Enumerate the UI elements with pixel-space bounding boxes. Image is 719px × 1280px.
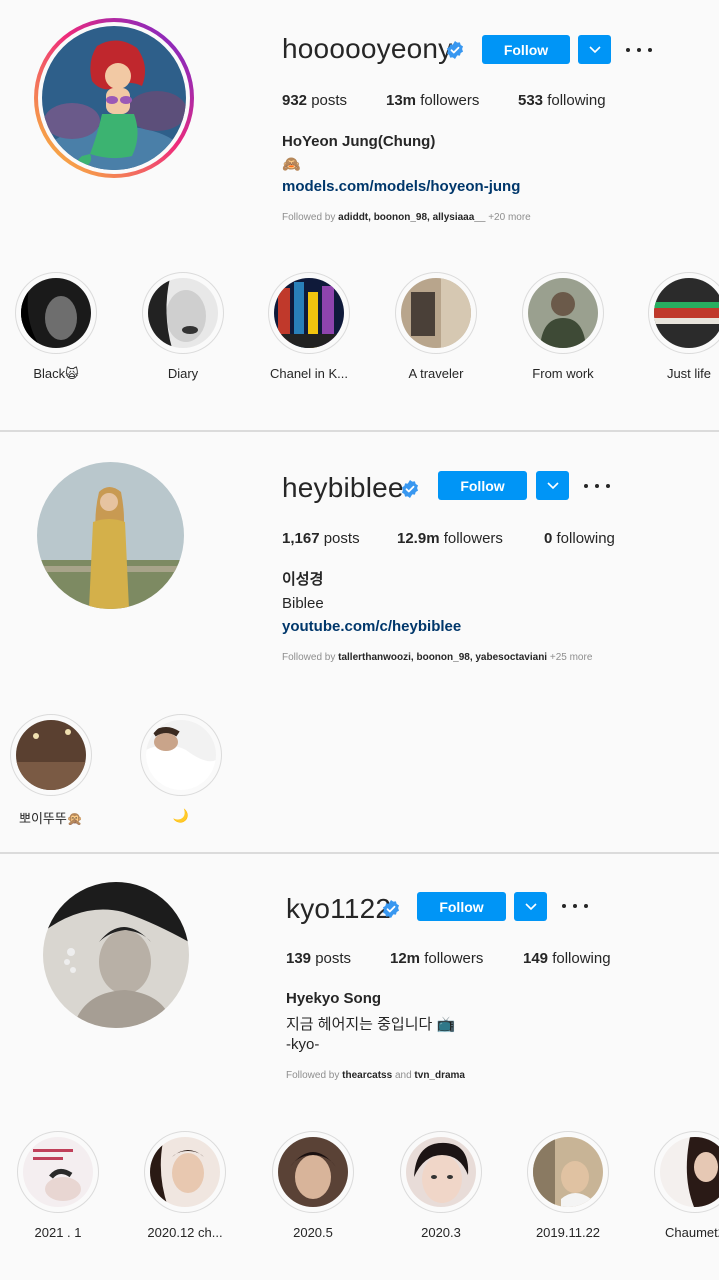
following-count[interactable]: 533 following xyxy=(518,92,606,109)
more-options-icon[interactable] xyxy=(562,896,588,916)
avatar[interactable] xyxy=(43,882,189,1028)
verified-badge-icon xyxy=(383,900,399,918)
highlight-label: 2020.12 ch... xyxy=(147,1225,223,1240)
follow-button[interactable]: Follow xyxy=(417,892,506,921)
highlight-label: Diary xyxy=(167,366,199,381)
followed-by[interactable]: Followed by adiddt, boonon_98, allysiaaa… xyxy=(282,212,531,223)
verified-badge-icon xyxy=(447,41,463,59)
chevron-down-icon xyxy=(588,45,601,53)
highlight-label: 2020.3 xyxy=(421,1225,461,1240)
website-link[interactable]: models.com/models/hoyeon-jung xyxy=(282,178,520,195)
avatar[interactable] xyxy=(42,26,186,170)
following-count[interactable]: 0 following xyxy=(544,530,615,547)
chevron-down-icon xyxy=(524,902,537,910)
highlight-item[interactable]: 2020.12 ch... xyxy=(144,1131,226,1240)
suggested-dropdown-button[interactable] xyxy=(578,35,611,64)
highlight-item[interactable]: 2021 . 1 xyxy=(17,1131,99,1240)
highlight-item[interactable]: Black🙀 xyxy=(15,272,97,382)
followed-by[interactable]: Followed by thearcatss and tvn_drama xyxy=(286,1070,465,1081)
highlight-item[interactable]: Just life xyxy=(648,272,719,381)
username: kyo1122 xyxy=(286,893,392,924)
bio-line: 🙈 xyxy=(282,156,301,173)
posts-count: 932 posts xyxy=(282,92,348,109)
highlight-label: Chanel in K... xyxy=(269,366,349,381)
follow-button[interactable]: Follow xyxy=(438,471,527,500)
website-link[interactable]: youtube.com/c/heybiblee xyxy=(282,618,461,635)
highlight-label: Just life xyxy=(666,366,712,381)
profile-section-2: heybiblee Follow 1,167 posts 12.9m follo… xyxy=(0,432,719,852)
highlight-item[interactable]: A traveler xyxy=(395,272,477,381)
highlight-item[interactable]: 2019.11.22 xyxy=(527,1131,609,1240)
highlight-item[interactable]: Diary xyxy=(142,272,224,381)
highlight-item[interactable]: Chanel in K... xyxy=(268,272,350,381)
highlight-item[interactable]: 뽀이뚜뚜🙊 xyxy=(10,714,92,827)
avatar[interactable] xyxy=(37,462,184,609)
followers-count[interactable]: 12.9m followers xyxy=(397,530,503,547)
highlight-item[interactable]: From work xyxy=(522,272,604,381)
highlight-item[interactable]: 2020.5 xyxy=(272,1131,354,1240)
highlight-label: 2021 . 1 xyxy=(34,1225,82,1240)
verified-badge-icon xyxy=(402,480,418,498)
posts-count: 139 posts xyxy=(286,950,352,967)
profile-section-3: kyo1122 Follow 139 posts 12m followers 1… xyxy=(0,854,719,1280)
suggested-dropdown-button[interactable] xyxy=(514,892,547,921)
username: hoooooyeony xyxy=(282,33,453,64)
bio-line: Biblee xyxy=(282,595,324,612)
more-options-icon[interactable] xyxy=(584,476,610,496)
highlight-item[interactable]: Chaumet2 xyxy=(654,1131,719,1240)
full-name: 이성경 xyxy=(282,571,324,588)
bio-line: 지금 헤어지는 중입니다 📺 xyxy=(286,1016,456,1033)
follow-button[interactable]: Follow xyxy=(482,35,570,64)
highlight-label: Chaumet2 xyxy=(665,1225,719,1240)
followers-count[interactable]: 13m followers xyxy=(386,92,479,109)
more-options-icon[interactable] xyxy=(626,40,652,60)
highlight-label: 🌙 xyxy=(172,808,190,823)
highlight-item[interactable]: 🌙 xyxy=(140,714,222,824)
posts-count: 1,167 posts xyxy=(282,530,360,547)
highlight-label: From work xyxy=(532,366,594,381)
following-count[interactable]: 149 following xyxy=(523,950,611,967)
highlight-label: A traveler xyxy=(408,366,464,381)
bio-line: -kyo- xyxy=(286,1036,320,1053)
highlight-label: Black🙀 xyxy=(33,366,79,381)
username: heybiblee xyxy=(282,472,404,503)
followers-count[interactable]: 12m followers xyxy=(390,950,483,967)
full-name: HoYeon Jung(Chung) xyxy=(282,133,436,150)
full-name: Hyekyo Song xyxy=(286,990,382,1007)
highlight-label: 뽀이뚜뚜🙊 xyxy=(18,811,84,826)
followed-by[interactable]: Followed by tallerthanwoozi, boonon_98, … xyxy=(282,652,592,663)
profile-section-1: hoooooyeony Follow 932 posts 13m followe… xyxy=(0,0,719,430)
highlight-label: 2019.11.22 xyxy=(535,1225,601,1240)
highlight-label: 2020.5 xyxy=(293,1225,333,1240)
highlight-item[interactable]: 2020.3 xyxy=(400,1131,482,1240)
suggested-dropdown-button[interactable] xyxy=(536,471,569,500)
chevron-down-icon xyxy=(546,481,559,489)
